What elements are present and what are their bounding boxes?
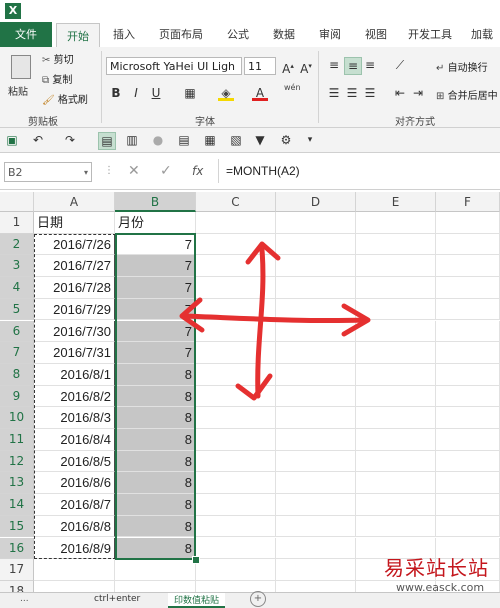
add-sheet-icon[interactable]: + — [250, 591, 266, 607]
sheet-tab-active[interactable]: 印数值粘贴 — [168, 593, 226, 608]
vertical-arrow-line — [255, 247, 266, 399]
horizontal-arrow-line — [181, 313, 369, 324]
watermark-url: www.easck.com — [396, 581, 485, 594]
red-arrows-annotation — [179, 241, 371, 401]
watermark: 易采站长站 www.easck.com — [384, 552, 500, 607]
down-arrowhead — [235, 373, 273, 401]
watermark-brand: 易采站长站 — [384, 556, 489, 580]
sheet-tab-ctrl-enter[interactable]: ctrl+enter — [94, 594, 140, 604]
sheet-tab-0[interactable]: ... — [20, 594, 29, 604]
